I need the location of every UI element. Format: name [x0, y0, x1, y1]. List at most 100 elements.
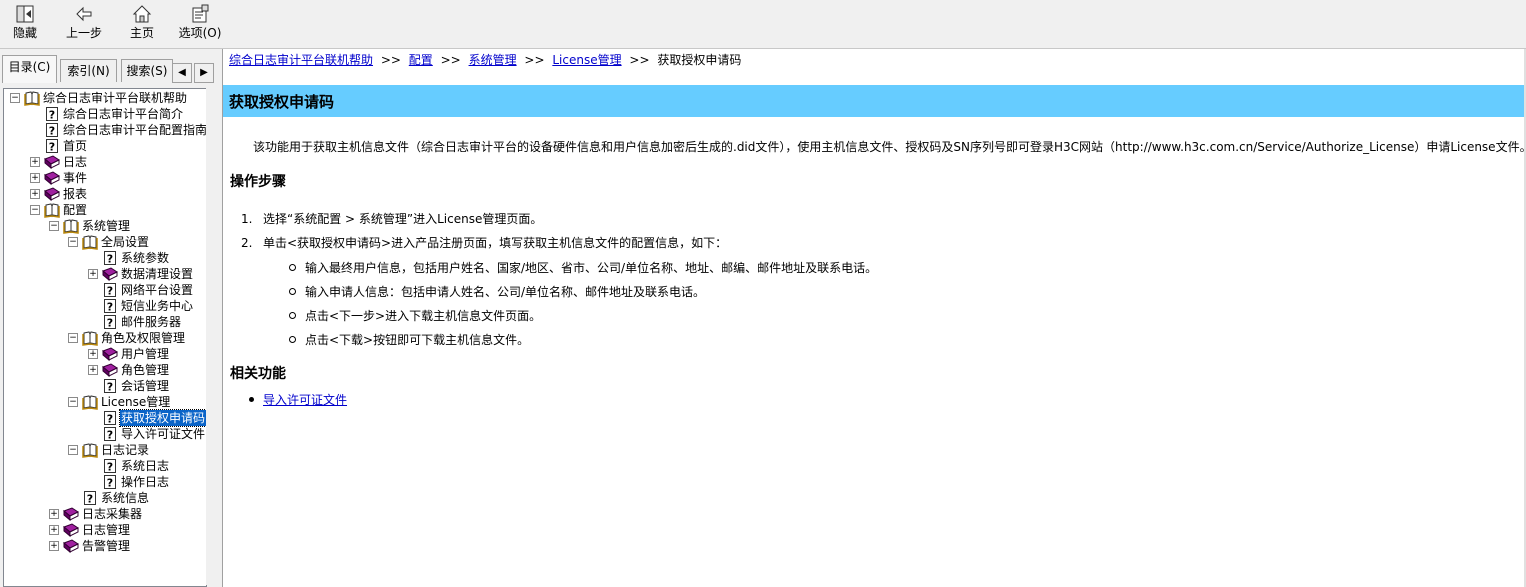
expand-icon[interactable]: + — [30, 189, 40, 199]
substep-text: 输入最终用户信息，包括用户姓名、国家/地区、省市、公司/单位名称、地址、邮编、邮… — [305, 261, 878, 275]
svg-text:?: ? — [107, 301, 113, 314]
help-page-icon: ? — [102, 458, 118, 474]
help-page-icon: ? — [102, 378, 118, 394]
tree-item[interactable]: ? 系统参数 — [4, 250, 206, 266]
tree-item[interactable]: ? 获取授权申请码 — [4, 409, 206, 427]
breadcrumb-link-system-management[interactable]: 系统管理 — [469, 53, 517, 67]
expand-icon[interactable]: + — [88, 269, 98, 279]
tree-item[interactable]: ? 操作日志 — [4, 474, 206, 490]
closed-book-icon — [44, 170, 60, 186]
tree-item-label: 首页 — [63, 139, 88, 153]
tree-item-label: 网络平台设置 — [121, 283, 194, 297]
tree-item-label: 短信业务中心 — [121, 299, 194, 313]
svg-text:?: ? — [87, 493, 93, 506]
breadcrumb: 综合日志审计平台联机帮助 >> 配置 >> 系统管理 >> License管理 … — [229, 51, 741, 68]
toolbar: 隐藏 上一步 主页 选项(O) — [0, 0, 1526, 49]
svg-text:?: ? — [107, 381, 113, 394]
tree-item[interactable]: − License管理 — [4, 394, 206, 410]
tree-item[interactable]: + 事件 — [4, 170, 206, 186]
step-number: 2. — [241, 236, 253, 250]
substep-item: 点击<下载>按钮即可下载主机信息文件。 — [289, 331, 529, 348]
svg-text:?: ? — [49, 109, 55, 122]
content-pane: 综合日志审计平台联机帮助 >> 配置 >> 系统管理 >> License管理 … — [223, 49, 1526, 587]
tree-item[interactable]: + 日志采集器 — [4, 506, 206, 522]
expand-icon[interactable]: + — [88, 349, 98, 359]
tab-index[interactable]: 索引(N) — [60, 59, 117, 82]
collapse-icon[interactable]: − — [68, 333, 78, 343]
substep-text: 点击<下载>按钮即可下载主机信息文件。 — [305, 333, 530, 347]
tree-item[interactable]: − 配置 — [4, 202, 206, 218]
tree-item[interactable]: ? 邮件服务器 — [4, 314, 206, 330]
tree-item[interactable]: + 报表 — [4, 186, 206, 202]
expand-icon[interactable]: + — [49, 541, 59, 551]
help-page-icon: ? — [82, 490, 98, 506]
back-button[interactable]: 上一步 — [62, 4, 106, 46]
tree-item[interactable]: − 全局设置 — [4, 234, 206, 250]
tree-item[interactable]: + 告警管理 — [4, 538, 206, 554]
collapse-icon[interactable]: − — [68, 237, 78, 247]
tree-item[interactable]: − 日志记录 — [4, 442, 206, 458]
tab-scroll-right-icon[interactable]: ▶ — [194, 63, 214, 83]
collapse-icon[interactable]: − — [68, 445, 78, 455]
expand-icon[interactable]: + — [88, 365, 98, 375]
tree-item[interactable]: ? 综合日志审计平台配置指南 — [4, 122, 206, 138]
breadcrumb-link-config[interactable]: 配置 — [409, 53, 433, 67]
tree-item-label: 用户管理 — [121, 347, 170, 361]
tab-contents[interactable]: 目录(C) — [2, 55, 57, 83]
home-button[interactable]: 主页 — [124, 4, 160, 46]
expand-icon[interactable]: + — [30, 157, 40, 167]
tree-item[interactable]: − 综合日志审计平台联机帮助 — [4, 90, 206, 106]
collapse-icon[interactable]: − — [49, 221, 59, 231]
svg-text:?: ? — [49, 125, 55, 138]
tree-item[interactable]: + 用户管理 — [4, 346, 206, 362]
hide-button[interactable]: 隐藏 — [8, 4, 42, 46]
tree-item-label: 日志记录 — [101, 443, 150, 457]
step-text: 选择“系统配置 > 系统管理”进入License管理页面。 — [263, 212, 543, 226]
tree-item[interactable]: + 日志 — [4, 154, 206, 170]
options-button[interactable]: 选项(O) — [177, 4, 223, 46]
svg-text:?: ? — [107, 317, 113, 330]
tree-item[interactable]: − 角色及权限管理 — [4, 330, 206, 346]
pane-splitter[interactable] — [216, 49, 223, 587]
tree-item-label: 系统日志 — [121, 459, 170, 473]
tree-item[interactable]: + 角色管理 — [4, 362, 206, 378]
tree-item-label: 配置 — [63, 203, 88, 217]
breadcrumb-separator: >> — [440, 53, 461, 67]
tree-item[interactable]: ? 系统信息 — [4, 490, 206, 506]
help-page-icon: ? — [102, 314, 118, 330]
expand-icon[interactable]: + — [49, 509, 59, 519]
collapse-icon[interactable]: − — [68, 397, 78, 407]
substep-item: 输入最终用户信息，包括用户姓名、国家/地区、省市、公司/单位名称、地址、邮编、邮… — [289, 259, 877, 276]
closed-book-icon — [63, 538, 79, 554]
tree-item[interactable]: ? 首页 — [4, 138, 206, 154]
tab-scroll-left-icon[interactable]: ◀ — [172, 63, 192, 83]
tree-item-label: 导入许可证文件 — [121, 427, 206, 441]
tree-scrollbar[interactable] — [206, 88, 214, 585]
tab-search[interactable]: 搜索(S) — [121, 59, 173, 82]
tree-item[interactable]: ? 导入许可证文件 — [4, 426, 206, 442]
closed-book-icon — [63, 506, 79, 522]
breadcrumb-link-license[interactable]: License管理 — [552, 53, 621, 67]
substep-item: 输入申请人信息：包括申请人姓名、公司/单位名称、邮件地址及联系电话。 — [289, 283, 705, 300]
tree-item[interactable]: − 系统管理 — [4, 218, 206, 234]
tree-item[interactable]: ? 会话管理 — [4, 378, 206, 394]
hide-label: 隐藏 — [12, 26, 37, 40]
breadcrumb-link-help[interactable]: 综合日志审计平台联机帮助 — [229, 53, 373, 67]
tree-item[interactable]: ? 短信业务中心 — [4, 298, 206, 314]
tree-item-label: 告警管理 — [82, 539, 131, 553]
tree-item-label: 系统管理 — [82, 219, 131, 233]
tree-item[interactable]: + 数据清理设置 — [4, 266, 206, 282]
expand-icon[interactable]: + — [49, 525, 59, 535]
tree-item[interactable]: ? 网络平台设置 — [4, 282, 206, 298]
intro-paragraph: 该功能用于获取主机信息文件（综合日志审计平台的设备硬件信息和用户信息加密后生成的… — [253, 140, 1526, 154]
expand-icon[interactable]: + — [30, 173, 40, 183]
tree-item[interactable]: ? 综合日志审计平台简介 — [4, 106, 206, 122]
tree-item[interactable]: + 日志管理 — [4, 522, 206, 538]
home-icon — [132, 5, 152, 23]
contents-tree: − 综合日志审计平台联机帮助? 综合日志审计平台简介? 综合日志审计平台配置指南? 首页… — [3, 88, 207, 587]
collapse-icon[interactable]: − — [30, 205, 40, 215]
tree-item-label: 邮件服务器 — [121, 315, 182, 329]
collapse-icon[interactable]: − — [10, 93, 20, 103]
tree-item[interactable]: ? 系统日志 — [4, 458, 206, 474]
related-link-import-license[interactable]: 导入许可证文件 — [263, 393, 347, 407]
